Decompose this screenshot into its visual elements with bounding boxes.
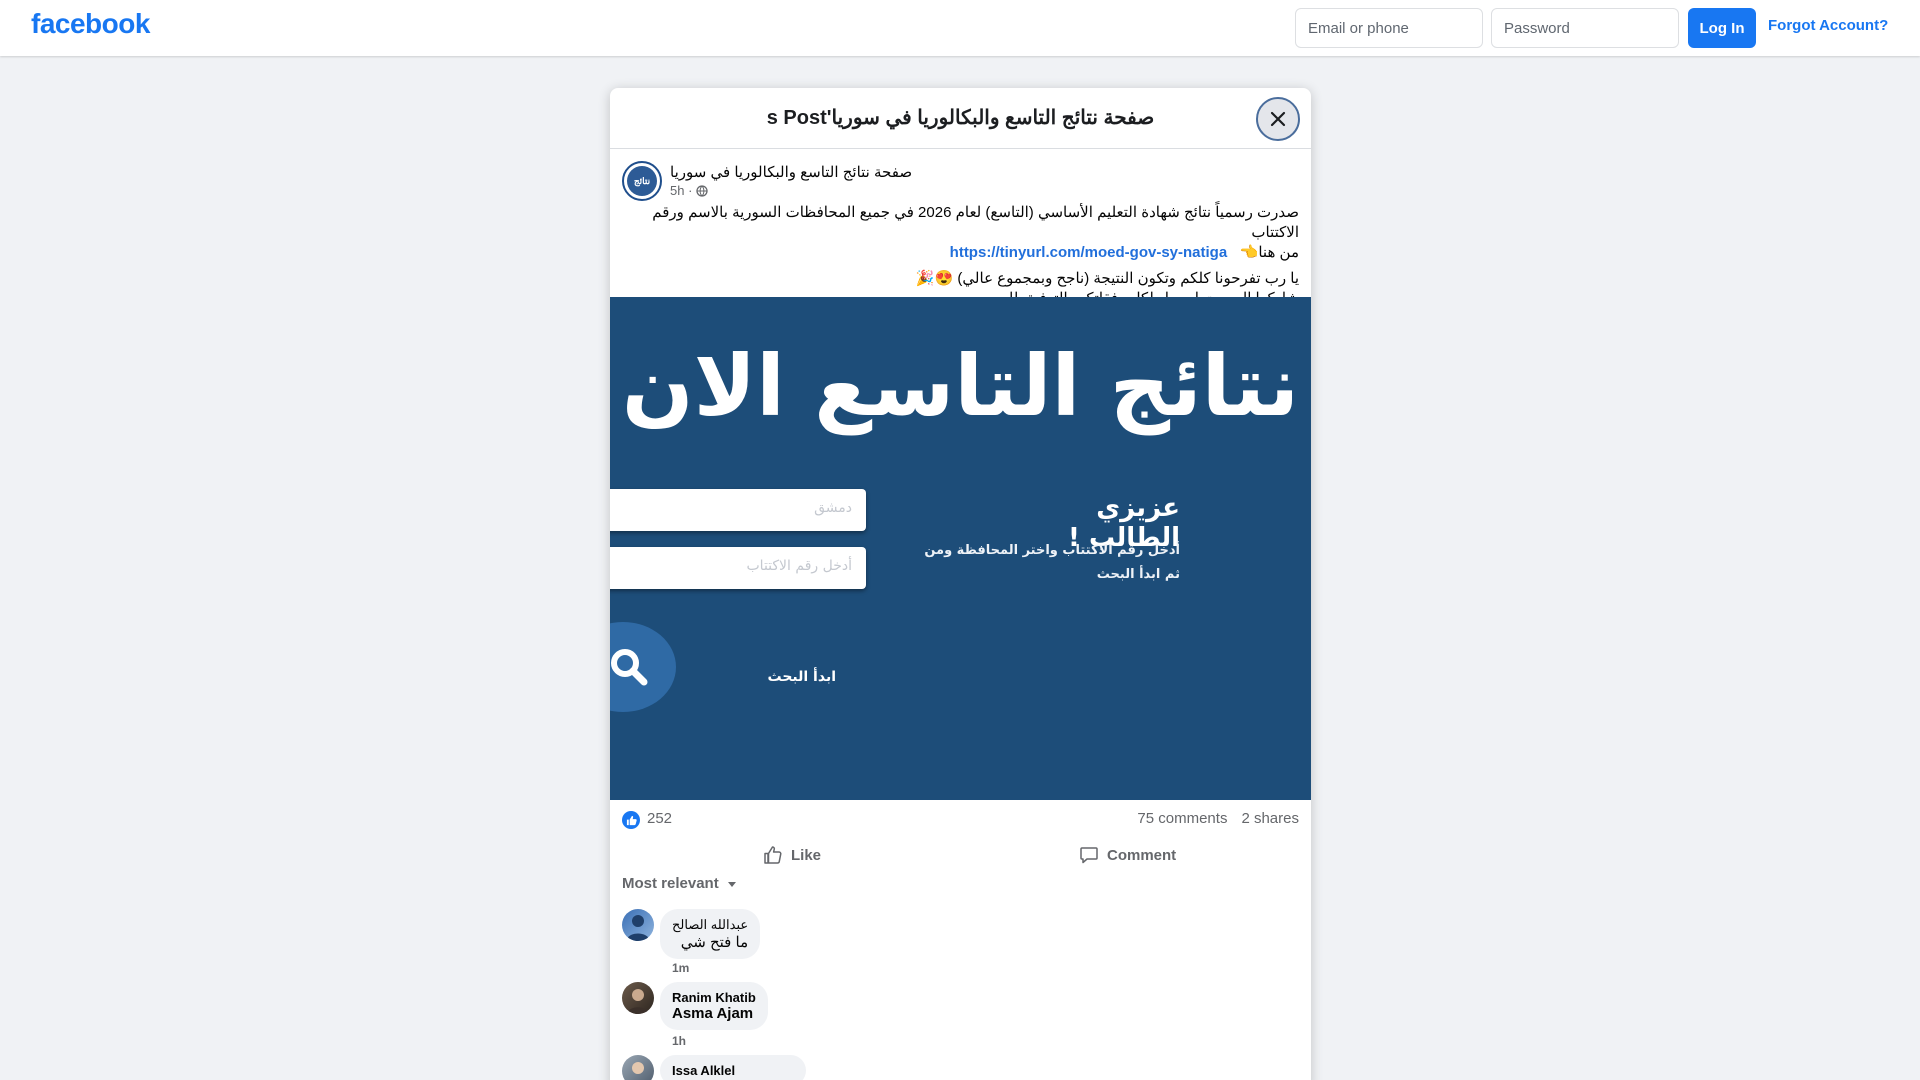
post-header: نتائج صفحة نتائج التاسع والبكالوريا في س… xyxy=(610,149,1311,203)
comment-text: Asma Ajam xyxy=(672,1005,754,1022)
post-line-1: صدرت رسمياً نتائج شهادة التعليم الأساسي … xyxy=(652,204,1299,241)
comment-bubble-icon xyxy=(1080,847,1098,864)
close-button[interactable] xyxy=(1256,97,1300,141)
email-field[interactable] xyxy=(1295,8,1483,48)
commenter-avatar[interactable] xyxy=(622,982,654,1014)
post-line-2-prefix: من هنا👈 xyxy=(1239,244,1299,261)
post-line-2: من هنا👈 https://tinyurl.com/moed-gov-sy-… xyxy=(622,243,1299,263)
commenter-name[interactable]: عبدالله الصالح xyxy=(672,917,748,933)
image-instruction-1: أدخل رقم الاكتتاب واختر المحافظة ومن xyxy=(924,543,1180,558)
comment-bubble: Issa Alklel xyxy=(660,1055,806,1080)
commenter-name[interactable]: Ranim Khatib xyxy=(672,990,756,1005)
page-name-link[interactable]: صفحة نتائج التاسع والبكالوريا في سوريا xyxy=(670,163,912,181)
share-count[interactable]: 2 shares xyxy=(1241,810,1299,827)
comment-count[interactable]: 75 comments xyxy=(1137,810,1227,827)
like-button[interactable]: Like xyxy=(763,838,821,872)
comment-button[interactable]: Comment xyxy=(1079,838,1176,872)
reaction-stats: 252 75 comments 2 shares xyxy=(610,800,1311,838)
commenter-avatar[interactable] xyxy=(622,909,654,941)
forgot-account-link[interactable]: Forgot Account? xyxy=(1768,17,1888,34)
image-instruction-2: ثم ابدأ البحث xyxy=(1096,567,1180,582)
commenter-name[interactable]: Issa Alklel xyxy=(672,1063,794,1078)
caret-down-icon xyxy=(727,881,736,887)
top-navigation-bar: facebook Log In Forgot Account? xyxy=(0,0,1920,56)
log-in-button[interactable]: Log In xyxy=(1688,8,1756,48)
password-field[interactable] xyxy=(1491,8,1679,48)
commenter-avatar[interactable] xyxy=(622,1055,654,1080)
facebook-logo[interactable]: facebook xyxy=(31,8,150,40)
image-city-field: دمشق xyxy=(610,489,866,531)
filter-label: Most relevant xyxy=(622,875,719,892)
image-number-field: أدخل رقم الاكتتاب xyxy=(610,547,866,589)
post-actions: Like Comment xyxy=(610,838,1311,876)
comment-button-label: Comment xyxy=(1107,846,1177,864)
comment-share-stats: 75 comments 2 shares xyxy=(1137,810,1299,827)
post-body: صدرت رسمياً نتائج شهادة التعليم الأساسي … xyxy=(610,203,1311,309)
post-image[interactable]: نتائج التاسع الان دمشق أدخل رقم الاكتتاب… xyxy=(610,297,1311,800)
image-search-label: ابدأ البحث xyxy=(767,669,837,685)
modal-title: صفحة نتائج التاسع والبكالوريا في سوريا's… xyxy=(766,107,1155,129)
post-time-text: 5h · xyxy=(670,183,693,198)
comment-text: ما فتح شي xyxy=(680,934,749,951)
search-icon xyxy=(611,649,648,686)
page-avatar[interactable]: نتائج xyxy=(622,161,662,201)
avatar-logo: نتائج xyxy=(627,166,657,196)
modal-header: صفحة نتائج التاسع والبكالوريا في سوريا's… xyxy=(610,88,1311,149)
comment-bubble: Ranim Khatib Asma Ajam xyxy=(660,982,768,1030)
image-headline: نتائج التاسع الان xyxy=(621,337,1300,435)
post-timestamp[interactable]: 5h · xyxy=(670,183,709,198)
like-reaction-icon[interactable] xyxy=(622,811,640,829)
post-link[interactable]: https://tinyurl.com/moed-gov-sy-natiga xyxy=(950,244,1228,261)
like-count[interactable]: 252 xyxy=(647,810,672,827)
image-search-circle xyxy=(610,622,676,712)
post-line-3: يا رب تفرحونا كلكم وتكون النتيجة (ناجح و… xyxy=(915,270,1299,287)
post-modal: صفحة نتائج التاسع والبكالوريا في سوريا's… xyxy=(610,88,1311,1080)
thumbs-up-icon xyxy=(764,846,782,864)
comment-time[interactable]: 1m xyxy=(672,961,689,975)
like-button-label: Like xyxy=(791,846,822,864)
close-icon xyxy=(1270,111,1286,127)
comment-time[interactable]: 1h xyxy=(672,1034,686,1048)
globe-icon xyxy=(696,184,709,197)
comment-bubble: عبدالله الصالح ما فتح شي xyxy=(660,909,761,959)
most-relevant-filter[interactable]: Most relevant xyxy=(622,875,737,892)
